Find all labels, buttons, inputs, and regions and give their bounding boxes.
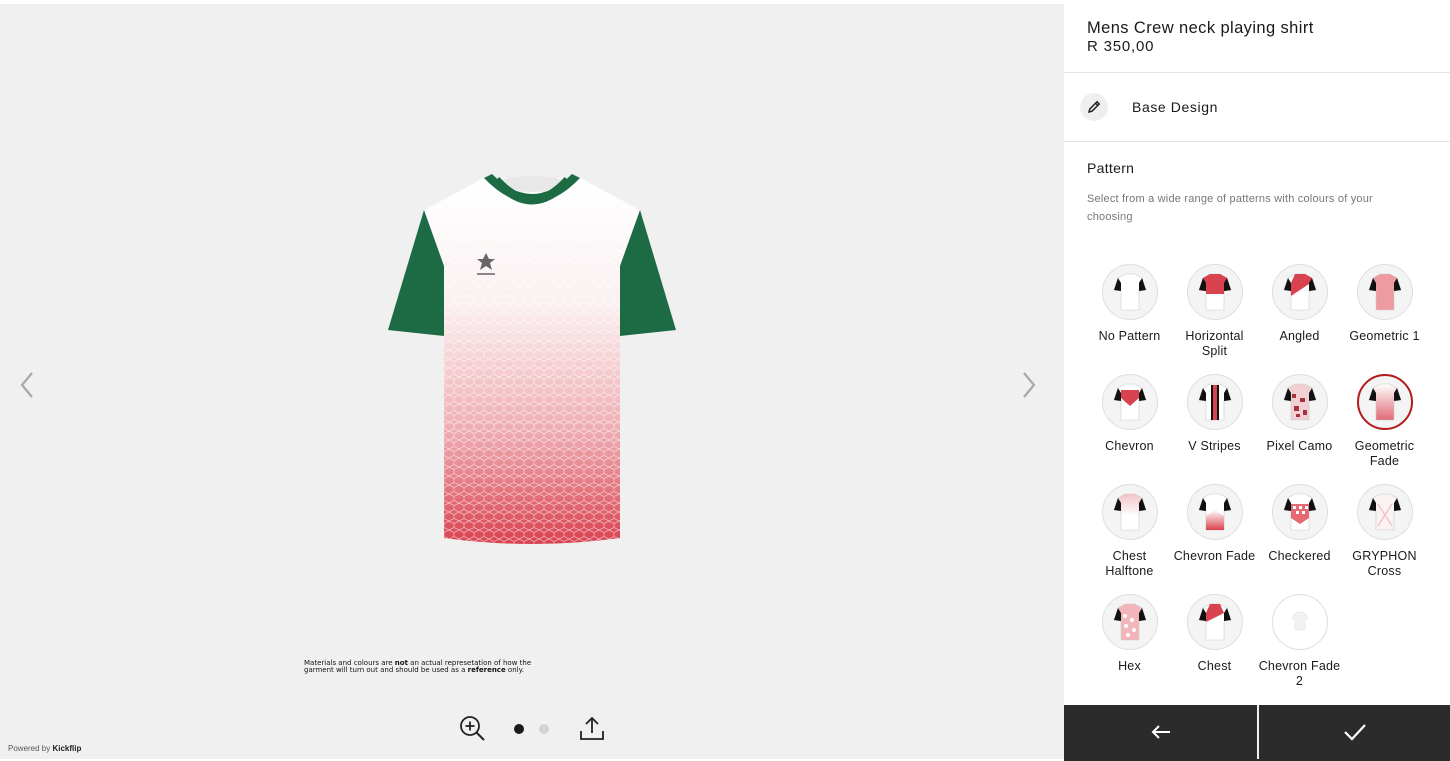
shirt-gryphon-cross-icon xyxy=(1356,484,1413,540)
pattern-option-chevron-fade[interactable]: Chevron Fade xyxy=(1172,484,1257,564)
shirt-chevron-icon xyxy=(1101,374,1158,430)
product-price: R 350,00 xyxy=(1087,38,1155,55)
back-button[interactable] xyxy=(1064,705,1257,759)
pencil-icon xyxy=(1080,93,1108,121)
pattern-option-checkered[interactable]: Checkered xyxy=(1257,484,1342,564)
pattern-option-no-pattern[interactable]: No Pattern xyxy=(1087,264,1172,344)
chevron-right-icon xyxy=(1023,372,1036,398)
pattern-section-title: Pattern xyxy=(1087,160,1135,176)
product-viewer: Materials and colours are not an actual … xyxy=(0,4,1064,759)
shirt-chevron-fade-2-icon xyxy=(1271,594,1328,650)
shirt-chevron-fade-icon xyxy=(1186,484,1243,540)
page-dot-1[interactable] xyxy=(514,724,524,734)
pattern-option-angled[interactable]: Angled xyxy=(1257,264,1342,344)
pattern-option-gryphon-cross[interactable]: GRYPHON Cross xyxy=(1342,484,1427,579)
arrow-left-icon xyxy=(1151,725,1170,739)
share-upload-icon[interactable] xyxy=(578,714,606,742)
pattern-option-horizontal-split[interactable]: Horizontal Split xyxy=(1172,264,1257,359)
shirt-horizontal-split-icon xyxy=(1186,264,1243,320)
zoom-in-icon[interactable] xyxy=(458,714,486,742)
shirt-checkered-icon xyxy=(1271,484,1328,540)
pattern-option-geometric-1[interactable]: Geometric 1 xyxy=(1342,264,1427,344)
viewer-controls xyxy=(458,714,608,744)
shirt-angled-icon xyxy=(1271,264,1328,320)
shirt-geometric-1-icon xyxy=(1356,264,1413,320)
base-design-label: Base Design xyxy=(1132,99,1218,115)
pattern-option-pixel-camo[interactable]: Pixel Camo xyxy=(1257,374,1342,454)
base-design-row[interactable]: Base Design xyxy=(1064,73,1450,141)
pattern-option-v-stripes[interactable]: V Stripes xyxy=(1172,374,1257,454)
shirt-no-pattern-icon xyxy=(1101,264,1158,320)
customizer-panel: Mens Crew neck playing shirt R 350,00 Ba… xyxy=(1064,0,1450,761)
pattern-option-chest[interactable]: Chest xyxy=(1172,594,1257,674)
product-title: Mens Crew neck playing shirt xyxy=(1087,19,1314,37)
pattern-option-chevron-fade-2[interactable]: Chevron Fade 2 xyxy=(1257,594,1342,689)
shirt-v-stripes-icon xyxy=(1186,374,1243,430)
page-dot-2[interactable] xyxy=(539,724,549,734)
confirm-button[interactable] xyxy=(1259,705,1450,759)
chevron-left-icon xyxy=(20,372,33,398)
shirt-preview-image xyxy=(388,174,676,544)
shirt-chest-halftone-icon xyxy=(1101,484,1158,540)
kickflip-link[interactable]: Kickflip xyxy=(52,744,81,753)
panel-action-bar xyxy=(1064,705,1450,761)
pattern-option-geometric-fade[interactable]: Geometric Fade xyxy=(1342,374,1427,469)
pattern-option-chevron[interactable]: Chevron xyxy=(1087,374,1172,454)
previous-view-button[interactable] xyxy=(16,368,38,402)
pattern-section-description: Select from a wide range of patterns wit… xyxy=(1087,193,1373,223)
pattern-option-chest-halftone[interactable]: Chest Halftone xyxy=(1087,484,1172,579)
pattern-option-hex[interactable]: Hex xyxy=(1087,594,1172,674)
powered-by-text: Powered by Kickflip xyxy=(8,744,82,753)
shirt-hex-icon xyxy=(1101,594,1158,650)
disclaimer-text: Materials and colours are not an actual … xyxy=(304,659,532,674)
shirt-chest-icon xyxy=(1186,594,1243,650)
shirt-pixel-camo-icon xyxy=(1271,374,1328,430)
divider xyxy=(1064,141,1450,142)
checkmark-icon xyxy=(1343,724,1366,741)
shirt-geometric-fade-icon xyxy=(1356,374,1413,430)
next-view-button[interactable] xyxy=(1018,368,1040,402)
